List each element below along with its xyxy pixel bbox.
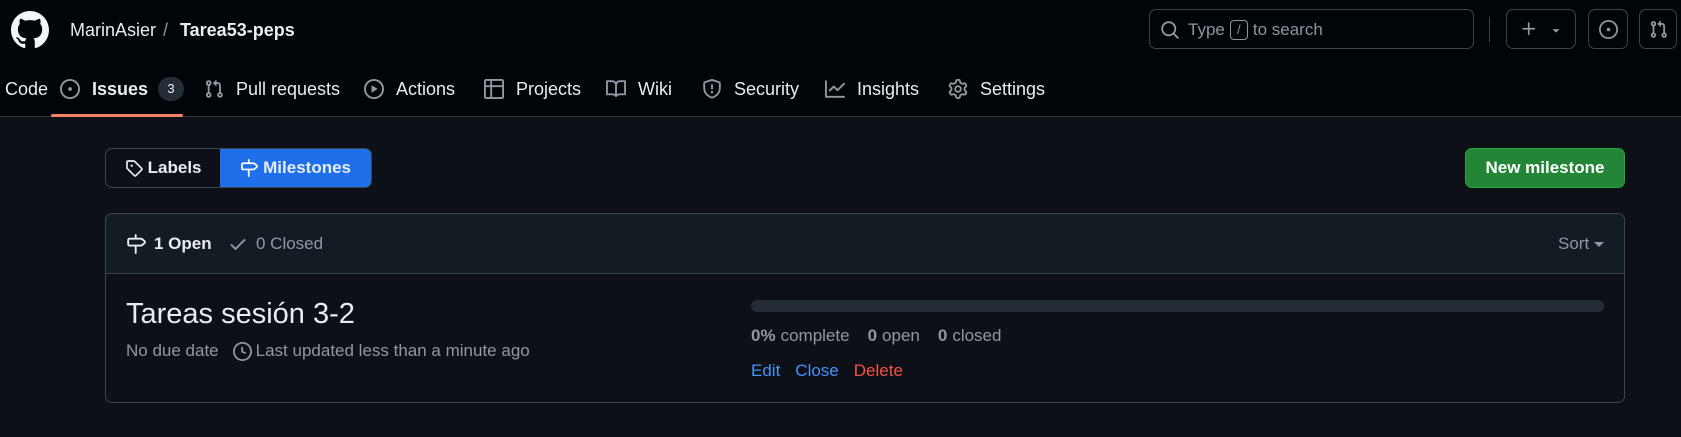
check-icon: [230, 239, 246, 250]
caret-down-icon: [1594, 241, 1605, 247]
git-pull-request-icon: [205, 79, 223, 98]
tab-pull-requests-label: Pull requests: [236, 78, 341, 99]
close-milestone-link[interactable]: Close: [795, 361, 838, 381]
tab-wiki[interactable]: Wiki: [606, 76, 672, 102]
tab-projects[interactable]: Projects: [484, 76, 581, 102]
milestones-list-header: 1 Open 0 Closed Sort: [106, 214, 1624, 274]
milestone-closed-value: 0: [937, 326, 948, 345]
triangle-down-icon: [1552, 29, 1560, 33]
subnav-milestones-label: Milestones: [263, 158, 351, 177]
tab-code-label: Code: [5, 78, 49, 99]
tab-insights[interactable]: Insights: [825, 76, 919, 102]
subnav-labels-label: Labels: [147, 158, 202, 177]
clock-icon: [232, 341, 252, 361]
tab-issues-label: Issues: [92, 78, 149, 99]
table-icon: [484, 79, 504, 99]
tab-pull-requests[interactable]: Pull requests: [204, 76, 340, 102]
milestone-open-issues[interactable]: 0 open: [868, 326, 920, 346]
milestone-title[interactable]: Tareas sesión 3-2: [126, 296, 355, 332]
breadcrumb-separator: /: [163, 20, 169, 40]
subnav-milestones[interactable]: Milestones: [220, 149, 371, 187]
milestones-list: 1 Open 0 Closed Sort Tareas sesión 3-2 N…: [105, 213, 1625, 403]
open-count-label: 1 Open: [154, 234, 212, 253]
milestone-due-date: No due date: [126, 341, 219, 360]
open-milestones-filter[interactable]: 1 Open: [126, 232, 212, 256]
milestone-actions: Edit Close Delete: [751, 359, 918, 383]
tab-security-label: Security: [734, 78, 800, 99]
milestone-closed-issues[interactable]: 0 closed: [938, 326, 1002, 346]
app-header: MarinAsier / Tarea53-peps Type / to sear…: [0, 0, 1681, 117]
milestone-icon: [241, 159, 259, 177]
gear-icon: [948, 79, 968, 99]
breadcrumb-owner[interactable]: MarinAsier: [70, 18, 156, 42]
milestone-percent: 0% complete: [751, 326, 850, 346]
search-placeholder-prefix: Type: [1188, 20, 1225, 39]
milestone-open-label: open: [882, 326, 920, 345]
search-placeholder: Type / to search: [1188, 19, 1323, 41]
tab-wiki-label: Wiki: [638, 78, 672, 99]
breadcrumb-repo[interactable]: Tarea53-peps: [180, 18, 295, 42]
milestone-last-updated: Last updated less than a minute ago: [255, 341, 530, 360]
issue-opened-icon: [1599, 20, 1618, 39]
tab-issues[interactable]: Issues 3: [60, 76, 185, 102]
shield-icon: [703, 79, 721, 99]
issues-count-badge: 3: [158, 77, 185, 101]
search-input[interactable]: Type / to search: [1149, 9, 1474, 49]
milestone-open-value: 0: [867, 326, 878, 345]
milestone-meta: No due date Last updated less than a min…: [126, 339, 530, 363]
active-tab-underline: [51, 114, 183, 117]
edit-milestone-link[interactable]: Edit: [751, 361, 780, 381]
tab-actions-label: Actions: [396, 78, 456, 99]
tab-security[interactable]: Security: [702, 76, 799, 102]
tab-insights-label: Insights: [857, 78, 920, 99]
milestone-closed-label: closed: [952, 326, 1002, 345]
graph-icon: [825, 80, 845, 98]
your-pull-requests-button[interactable]: [1639, 9, 1677, 49]
search-shortcut-key: /: [1229, 20, 1248, 40]
sort-dropdown[interactable]: Sort: [1558, 232, 1605, 256]
tab-code[interactable]: Code: [0, 76, 48, 102]
milestone-percent-label: complete: [780, 326, 850, 345]
sort-label: Sort: [1558, 234, 1590, 253]
book-icon: [606, 80, 626, 98]
tab-projects-label: Projects: [516, 78, 582, 99]
subnav-labels[interactable]: Labels: [106, 149, 220, 187]
header-divider: [1489, 17, 1490, 42]
delete-milestone-link[interactable]: Delete: [854, 361, 903, 381]
search-icon: [1161, 21, 1179, 39]
labels-milestones-subnav: Labels Milestones: [105, 148, 372, 188]
play-icon: [364, 79, 384, 99]
create-new-button[interactable]: [1506, 9, 1576, 49]
closed-milestones-filter[interactable]: 0 Closed: [228, 232, 323, 256]
git-pull-request-icon: [1650, 20, 1667, 38]
milestone-icon: [127, 234, 146, 254]
search-placeholder-suffix: to search: [1252, 20, 1323, 39]
milestone-progress-bar: [751, 300, 1604, 312]
tag-icon: [125, 160, 143, 177]
tab-settings[interactable]: Settings: [948, 76, 1045, 102]
milestone-stats: 0% complete 0 open 0 closed: [751, 324, 1019, 348]
issue-opened-icon: [60, 79, 80, 99]
milestone-percent-value: 0%: [751, 326, 776, 345]
github-logo-icon[interactable]: [11, 11, 49, 49]
tab-settings-label: Settings: [980, 78, 1046, 99]
new-milestone-button[interactable]: New milestone: [1465, 148, 1625, 188]
plus-icon: [1522, 22, 1536, 36]
tab-actions[interactable]: Actions: [364, 76, 455, 102]
closed-count-label: 0 Closed: [256, 234, 324, 253]
your-issues-button[interactable]: [1588, 9, 1628, 49]
